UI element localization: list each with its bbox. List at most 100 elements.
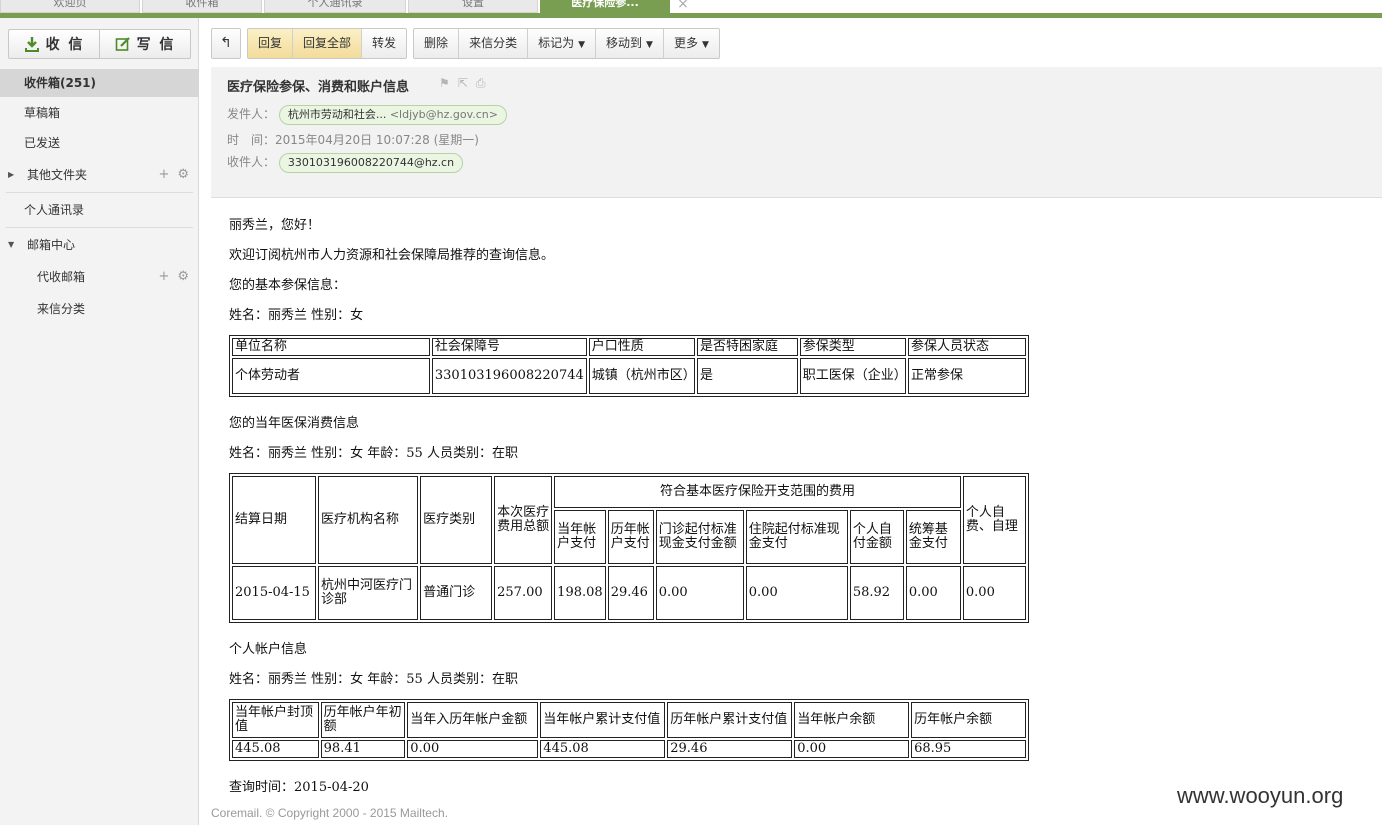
- divider: [6, 227, 193, 228]
- table-header-cell: 本次医疗费用总额: [494, 476, 553, 564]
- account-table: 当年帐户封顶值 历年帐户年初额 当年入历年帐户金额 当年帐户累计支付值 历年帐户…: [229, 699, 1029, 761]
- sidebar-item-inbox[interactable]: 收件箱(251): [0, 69, 199, 97]
- sort-button[interactable]: 来信分类: [458, 29, 527, 58]
- table-cell: 个体劳动者: [232, 358, 430, 394]
- tab-welcome[interactable]: 欢迎页: [0, 0, 140, 13]
- reply-button[interactable]: 回复: [248, 29, 293, 58]
- sidebar-item-proxy-mailbox[interactable]: 代收邮箱 + ⚙: [0, 263, 199, 291]
- from-row: 发件人： 杭州市劳动和社会... <ldjyb@hz.gov.cn>: [227, 105, 507, 125]
- tab-current-mail[interactable]: 医疗保险参...: [540, 0, 670, 13]
- delete-button[interactable]: 删除: [414, 29, 458, 58]
- table-cell: 445.08: [540, 740, 666, 758]
- table-cell: 是: [696, 358, 798, 394]
- basic-person-info: 姓名：丽秀兰 性别：女: [229, 308, 364, 323]
- table-header-cell: 历年帐户累计支付值: [667, 702, 793, 738]
- table-cell: 29.46: [607, 566, 654, 620]
- tab-underline: [0, 13, 1382, 18]
- table-header-cell: 参保人员状态: [908, 338, 1026, 356]
- table-header-cell: 医疗机构名称: [318, 476, 419, 564]
- intro-text: 欢迎订阅杭州市人力资源和社会保障局推荐的查询信息。: [229, 248, 555, 263]
- compose-box: 收 信 写 信: [8, 29, 191, 59]
- expand-arrow-icon[interactable]: ▶: [8, 161, 14, 189]
- account-person-info: 姓名：丽秀兰 性别：女 年龄：55 人员类别：在职: [229, 672, 518, 687]
- table-header-cell: 是否特困家庭: [696, 338, 798, 356]
- table-cell: 正常参保: [908, 358, 1026, 394]
- table-header-cell: 个人自付金额: [849, 510, 904, 564]
- time-value: 2015年04月20日 10:07:28 (星期一): [275, 133, 479, 147]
- table-header-cell: 当年帐户封顶值: [232, 702, 319, 738]
- add-icon[interactable]: +: [158, 167, 169, 182]
- mark-as-label: 标记为: [538, 36, 575, 50]
- consume-person-info: 姓名：丽秀兰 性别：女 年龄：55 人员类别：在职: [229, 446, 518, 461]
- basic-info-table: 单位名称 社会保障号 户口性质 是否特困家庭 参保类型 参保人员状态 个体劳动者…: [229, 335, 1029, 397]
- sidebar-item-drafts[interactable]: 草稿箱: [0, 99, 199, 127]
- toolbar: ↰ 回复 回复全部 转发 删除 来信分类 标记为 ▼ 移动到 ▼ 更多 ▼: [211, 28, 726, 59]
- time-label: 时 间：: [227, 133, 276, 147]
- table-cell: 29.46: [667, 740, 793, 758]
- reply-all-button[interactable]: 回复全部: [292, 29, 362, 58]
- table-row: 445.08 98.41 0.00 445.08 29.46 0.00 68.9…: [232, 740, 1026, 758]
- gear-icon[interactable]: ⚙: [177, 167, 189, 182]
- table-header-cell: 当年帐户累计支付值: [540, 702, 666, 738]
- close-icon[interactable]: ×: [672, 0, 694, 13]
- sidebar-item-contacts[interactable]: 个人通讯录: [0, 196, 199, 224]
- table-cell: 杭州中河医疗门诊部: [318, 566, 419, 620]
- table-cell: 58.92: [849, 566, 904, 620]
- table-header-row: 当年帐户封顶值 历年帐户年初额 当年入历年帐户金额 当年帐户累计支付值 历年帐户…: [232, 702, 1026, 738]
- receive-button[interactable]: 收 信: [9, 30, 99, 58]
- caret-down-icon: ▼: [701, 40, 709, 50]
- caret-down-icon: ▼: [646, 40, 653, 50]
- move-to-dropdown[interactable]: 移动到 ▼: [595, 29, 663, 58]
- account-info-title: 个人帐户信息: [229, 642, 308, 657]
- table-header-cell: 历年帐户余额: [911, 702, 1026, 738]
- sidebar-item-mailcenter[interactable]: ▼ 邮箱中心: [0, 231, 199, 259]
- tab-settings[interactable]: 设置: [408, 0, 538, 13]
- tab-strip: 欢迎页 收件箱 个人通讯录 设置 医疗保险参... ×: [0, 0, 1382, 18]
- gear-icon[interactable]: ⚙: [177, 269, 189, 284]
- tab-inbox[interactable]: 收件箱: [142, 0, 262, 13]
- compose-label: 写 信: [136, 37, 176, 53]
- table-header-cell: 医疗类别: [420, 476, 493, 564]
- collapse-arrow-icon[interactable]: ▼: [8, 231, 14, 259]
- table-row: 2015-04-15 杭州中河医疗门诊部 普通门诊 257.00 198.08 …: [232, 566, 1026, 620]
- sender-address: <ldjyb@hz.gov.cn>: [389, 108, 498, 121]
- basic-info-title: 您的基本参保信息：: [229, 278, 347, 293]
- mark-as-dropdown[interactable]: 标记为 ▼: [527, 29, 595, 58]
- table-cell: 0.00: [905, 566, 961, 620]
- open-new-window-icon[interactable]: ⇱: [458, 76, 468, 90]
- caret-down-icon: ▼: [578, 40, 586, 50]
- forward-button[interactable]: 转发: [361, 29, 406, 58]
- sender-chip[interactable]: 杭州市劳动和社会... <ldjyb@hz.gov.cn>: [278, 105, 507, 125]
- greeting: 丽秀兰，您好！: [229, 218, 321, 233]
- move-to-label: 移动到: [606, 36, 643, 50]
- sidebar-item-other-folders[interactable]: ▶ 其他文件夹 + ⚙: [0, 161, 199, 189]
- copyright-footer: Coremail. © Copyright 2000 - 2015 Mailte…: [211, 806, 448, 820]
- table-header-cell: 当年入历年帐户金额: [407, 702, 539, 738]
- compose-button[interactable]: 写 信: [99, 30, 190, 58]
- table-row: 个体劳动者 330103196008220744 城镇（杭州市区） 是 职工医保…: [232, 358, 1026, 394]
- query-time: 查询时间：2015-04-20: [229, 780, 369, 795]
- table-cell: 98.41: [320, 740, 406, 758]
- watermark: www.wooyun.org: [1177, 783, 1344, 808]
- to-row: 收件人： 330103196008220744@hz.cn: [227, 153, 464, 173]
- add-icon[interactable]: +: [158, 269, 169, 284]
- table-cell: 职工医保（企业）: [799, 358, 907, 394]
- table-cell: 0.00: [794, 740, 910, 758]
- flag-icon[interactable]: ⚑: [439, 76, 450, 90]
- to-label: 收件人：: [227, 155, 276, 169]
- table-cell: 330103196008220744: [431, 358, 587, 394]
- table-cell: 0.00: [962, 566, 1026, 620]
- tab-contacts[interactable]: 个人通讯录: [264, 0, 406, 13]
- sidebar-item-sent[interactable]: 已发送: [0, 129, 199, 157]
- back-button[interactable]: ↰: [212, 29, 240, 58]
- table-cell: 0.00: [655, 566, 744, 620]
- time-row: 时 间：2015年04月20日 10:07:28 (星期一): [227, 131, 479, 148]
- recipient-chip[interactable]: 330103196008220744@hz.cn: [278, 153, 464, 173]
- table-header-cell: 户口性质: [588, 338, 695, 356]
- more-dropdown[interactable]: 更多 ▼: [662, 29, 719, 58]
- table-header-cell: 历年帐户年初额: [320, 702, 406, 738]
- table-header-cell: 门诊起付标准现金支付金额: [655, 510, 744, 564]
- table-header-cell: 单位名称: [232, 338, 430, 356]
- sidebar-item-classify[interactable]: 来信分类: [0, 295, 199, 323]
- print-icon[interactable]: ⎙: [476, 76, 486, 90]
